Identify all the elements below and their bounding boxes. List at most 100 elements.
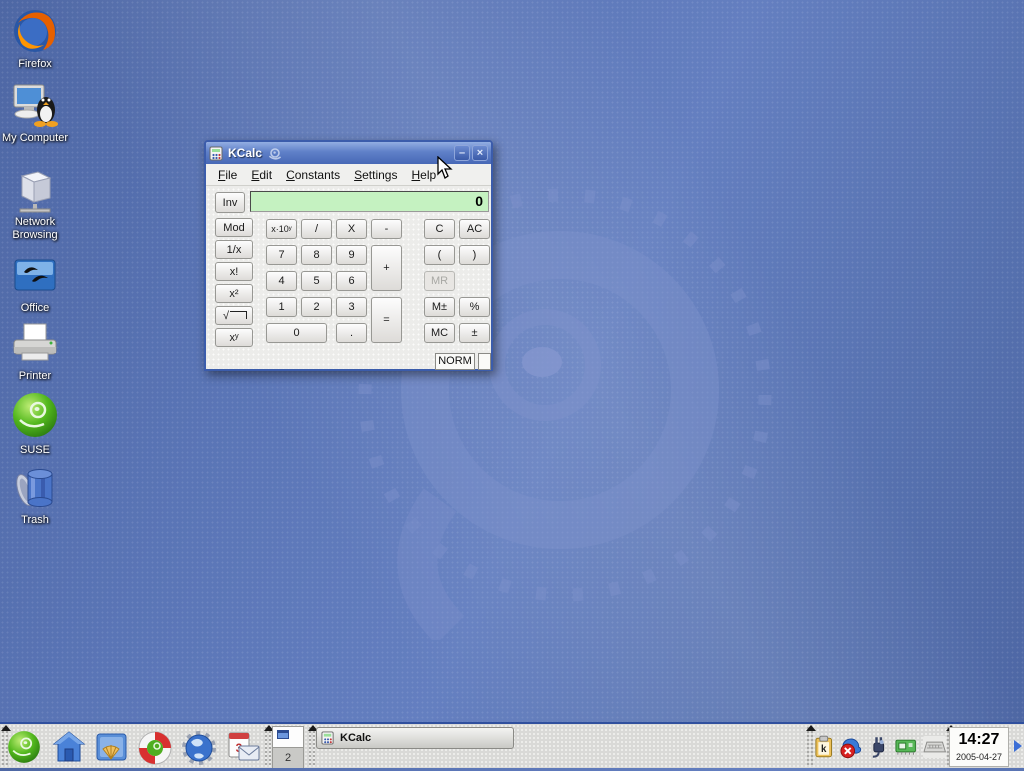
- key-clear[interactable]: C: [424, 219, 455, 239]
- key-mem-recall[interactable]: MR: [424, 271, 455, 291]
- clock-date: 2005-04-27: [950, 752, 1008, 762]
- key-reciprocal[interactable]: 1/x: [215, 240, 253, 259]
- trash-icon: [11, 462, 59, 510]
- pager-window-thumbnail: [277, 730, 289, 739]
- system-tray: k: [813, 729, 946, 765]
- taskbar-window-button-kcalc[interactable]: KCalc: [316, 727, 514, 749]
- network-card-icon[interactable]: [894, 736, 917, 758]
- key-multiply[interactable]: X: [336, 219, 367, 239]
- key-exp[interactable]: x·10ʸ: [266, 219, 297, 239]
- wallpaper-beam: [0, 0, 1024, 768]
- key-percent[interactable]: %: [459, 297, 490, 317]
- desktop-icon-label: Office: [21, 302, 50, 315]
- key-mod[interactable]: Mod: [215, 218, 253, 237]
- taskbar-panel: 3 2 KCalc k: [0, 722, 1024, 768]
- home-icon: [52, 730, 86, 764]
- konqueror-launcher[interactable]: [181, 730, 217, 771]
- key-0[interactable]: 0: [266, 323, 327, 343]
- menu-settings[interactable]: Settings: [354, 168, 397, 182]
- susewatcher-icon[interactable]: [839, 735, 862, 759]
- kcalc-menubar: File Edit Constants Settings Help: [206, 164, 491, 186]
- pager-handle[interactable]: [264, 726, 271, 766]
- kpowersave-plug-icon[interactable]: [868, 735, 889, 759]
- key-mem-plus-minus[interactable]: M±: [424, 297, 455, 317]
- key-2[interactable]: 2: [301, 297, 332, 317]
- kmenu-button[interactable]: [6, 729, 42, 770]
- kontact-calendar-mail-icon: 3: [226, 730, 262, 766]
- lifesaver-help-icon: [137, 730, 173, 766]
- key-1[interactable]: 1: [266, 297, 297, 317]
- wallpaper-texture: [0, 0, 1024, 768]
- key-power[interactable]: xʸ: [215, 328, 253, 347]
- panel-hide-button[interactable]: [1011, 726, 1024, 766]
- key-inv[interactable]: Inv: [215, 192, 245, 213]
- taskbar-handle[interactable]: [308, 726, 315, 766]
- panel-clock[interactable]: 14:27 2005-04-27: [949, 727, 1009, 767]
- key-equals[interactable]: =: [371, 297, 402, 343]
- systray-handle[interactable]: [806, 726, 813, 766]
- kcalc-window: KCalc – × File Edit Constants Settings H…: [204, 140, 493, 371]
- key-all-clear[interactable]: AC: [459, 219, 490, 239]
- kontact-launcher[interactable]: 3: [226, 730, 262, 771]
- minimize-button[interactable]: –: [454, 145, 470, 161]
- desktop-icon-label: Firefox: [18, 58, 52, 71]
- desktop-icon-firefox[interactable]: Firefox: [0, 8, 70, 72]
- key-paren-close[interactable]: ): [459, 245, 490, 265]
- desktop-icon-printer[interactable]: Printer: [0, 320, 70, 384]
- office-icon: [12, 254, 58, 298]
- kcalc-task-icon: [321, 731, 335, 745]
- key-dot[interactable]: .: [336, 323, 367, 343]
- taskbar-window-button-label: KCalc: [340, 732, 371, 744]
- key-factorial[interactable]: x!: [215, 262, 253, 281]
- desktop-icon-office[interactable]: Office: [0, 254, 70, 316]
- desktop-icon-trash[interactable]: Trash: [0, 462, 70, 528]
- key-4[interactable]: 4: [266, 271, 297, 291]
- show-desktop-launcher[interactable]: [95, 731, 128, 769]
- key-plus-minus[interactable]: ±: [459, 323, 490, 343]
- desktop-icon-my-computer[interactable]: My Computer: [0, 80, 70, 146]
- desktop-icon-label: Network Browsing: [0, 216, 70, 241]
- my-computer-icon: [12, 80, 58, 128]
- suse-help-launcher[interactable]: [137, 730, 173, 771]
- key-divide[interactable]: /: [301, 219, 332, 239]
- key-8[interactable]: 8: [301, 245, 332, 265]
- konqueror-globe-gear-icon: [181, 730, 217, 766]
- desktop-icon-label: My Computer: [2, 132, 68, 145]
- menu-file[interactable]: File: [218, 168, 237, 182]
- key-7[interactable]: 7: [266, 245, 297, 265]
- key-5[interactable]: 5: [301, 271, 332, 291]
- desktop-icon-label: Trash: [21, 514, 49, 527]
- key-9[interactable]: 9: [336, 245, 367, 265]
- network-browsing-icon: [12, 164, 58, 214]
- desktop-icon-label: SUSE: [20, 444, 50, 457]
- titlebar-suse-swirl-icon: [267, 146, 283, 160]
- window-title: KCalc: [228, 146, 262, 160]
- status-mode: NORM: [435, 353, 475, 370]
- klipper-icon[interactable]: k: [813, 735, 834, 759]
- keyboard-layout-icon[interactable]: [923, 736, 946, 758]
- menu-edit[interactable]: Edit: [251, 168, 272, 182]
- desktop-icon-network-browsing[interactable]: Network Browsing: [0, 164, 70, 243]
- menu-constants[interactable]: Constants: [286, 168, 340, 182]
- clock-time: 14:27: [950, 728, 1008, 752]
- key-paren-open[interactable]: (: [424, 245, 455, 265]
- home-folder-launcher[interactable]: [52, 730, 86, 769]
- close-button[interactable]: ×: [472, 145, 488, 161]
- key-sqrt[interactable]: √: [215, 306, 253, 325]
- key-3[interactable]: 3: [336, 297, 367, 317]
- key-minus[interactable]: -: [371, 219, 402, 239]
- pager-desktop-2[interactable]: 2: [273, 748, 303, 768]
- desktop-icon-suse[interactable]: SUSE: [0, 390, 70, 458]
- pager-desktop-1[interactable]: [273, 727, 303, 748]
- menu-help[interactable]: Help: [411, 168, 436, 182]
- key-mem-clear[interactable]: MC: [424, 323, 455, 343]
- key-plus[interactable]: +: [371, 245, 402, 291]
- suse-menu-icon: [6, 729, 42, 765]
- key-6[interactable]: 6: [336, 271, 367, 291]
- status-memory-indicator: [478, 353, 491, 370]
- printer-icon: [12, 320, 58, 366]
- firefox-icon: [12, 8, 58, 54]
- kcalc-titlebar[interactable]: KCalc – ×: [206, 142, 491, 164]
- key-square[interactable]: x²: [215, 284, 253, 303]
- desktop-pager: 2: [272, 726, 304, 768]
